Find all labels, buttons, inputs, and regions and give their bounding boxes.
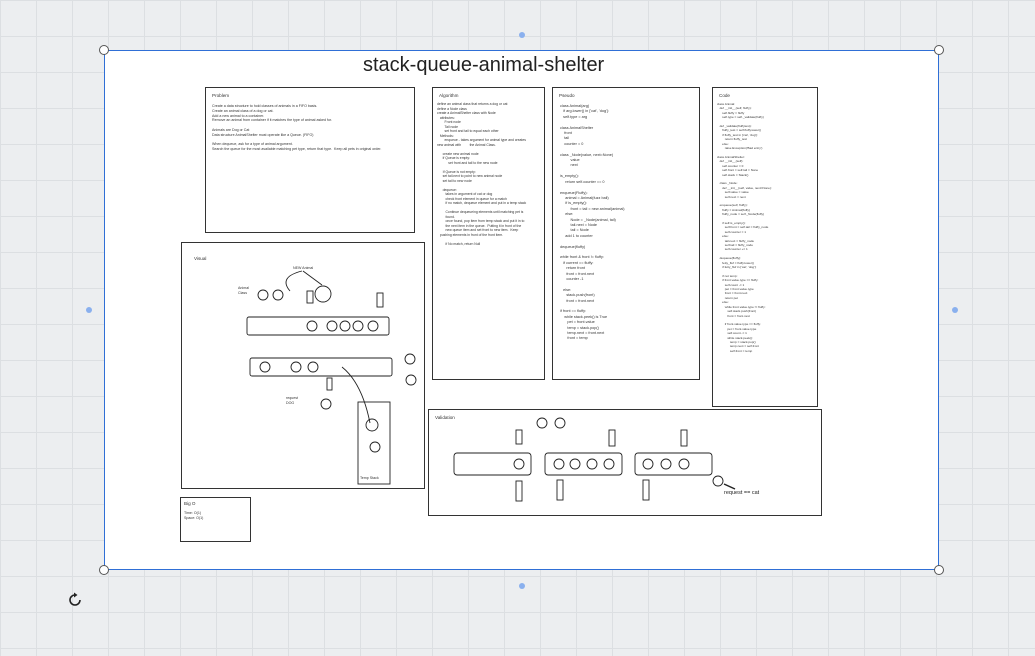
big-o-heading: Big O [184,501,196,506]
resize-handle-top-left[interactable] [99,45,109,55]
board-title: stack-queue-animal-shelter [363,54,605,76]
connector-dot-left[interactable] [86,307,92,313]
big-o-panel[interactable]: Big O Time: O(1) Space: O(1) [180,497,251,542]
rotate-icon[interactable] [66,591,84,609]
code-panel[interactable]: Code class Animal: def __init__(self, fl… [712,87,818,407]
validation-panel[interactable]: Validation request == cat [428,409,822,516]
resize-handle-bottom-left[interactable] [99,565,109,575]
resize-handle-top-right[interactable] [934,45,944,55]
connector-dot-right[interactable] [952,307,958,313]
algorithm-heading: Algorithm [439,93,459,98]
pseudo-panel[interactable]: Pseudo class Animal(arg) if arg.lower() … [552,87,700,380]
connector-dot-top[interactable] [519,32,525,38]
algorithm-text: define an animal class that returns a do… [437,102,527,246]
big-o-text: Time: O(1) Space: O(1) [184,511,204,520]
code-heading: Code [719,93,730,98]
code-text: class Animal: def __init__(self, fluffy)… [717,102,772,353]
algorithm-panel[interactable]: Algorithm define an animal class that re… [432,87,545,380]
problem-panel[interactable]: Problem Create a data structure to hold … [205,87,415,233]
pseudo-text: class Animal(arg) if arg.lower() in ['ca… [560,104,625,341]
connector-dot-bottom[interactable] [519,583,525,589]
pseudo-heading: Pseudo [559,93,575,98]
resize-handle-bottom-right[interactable] [934,565,944,575]
visual-diagram [246,270,417,485]
problem-text: Create a data structure to hold classes … [212,104,382,152]
validation-diagram [453,417,736,502]
visual-panel[interactable]: Visual NEW Animal Animal Class request D… [181,242,425,489]
problem-heading: Problem [212,93,230,98]
